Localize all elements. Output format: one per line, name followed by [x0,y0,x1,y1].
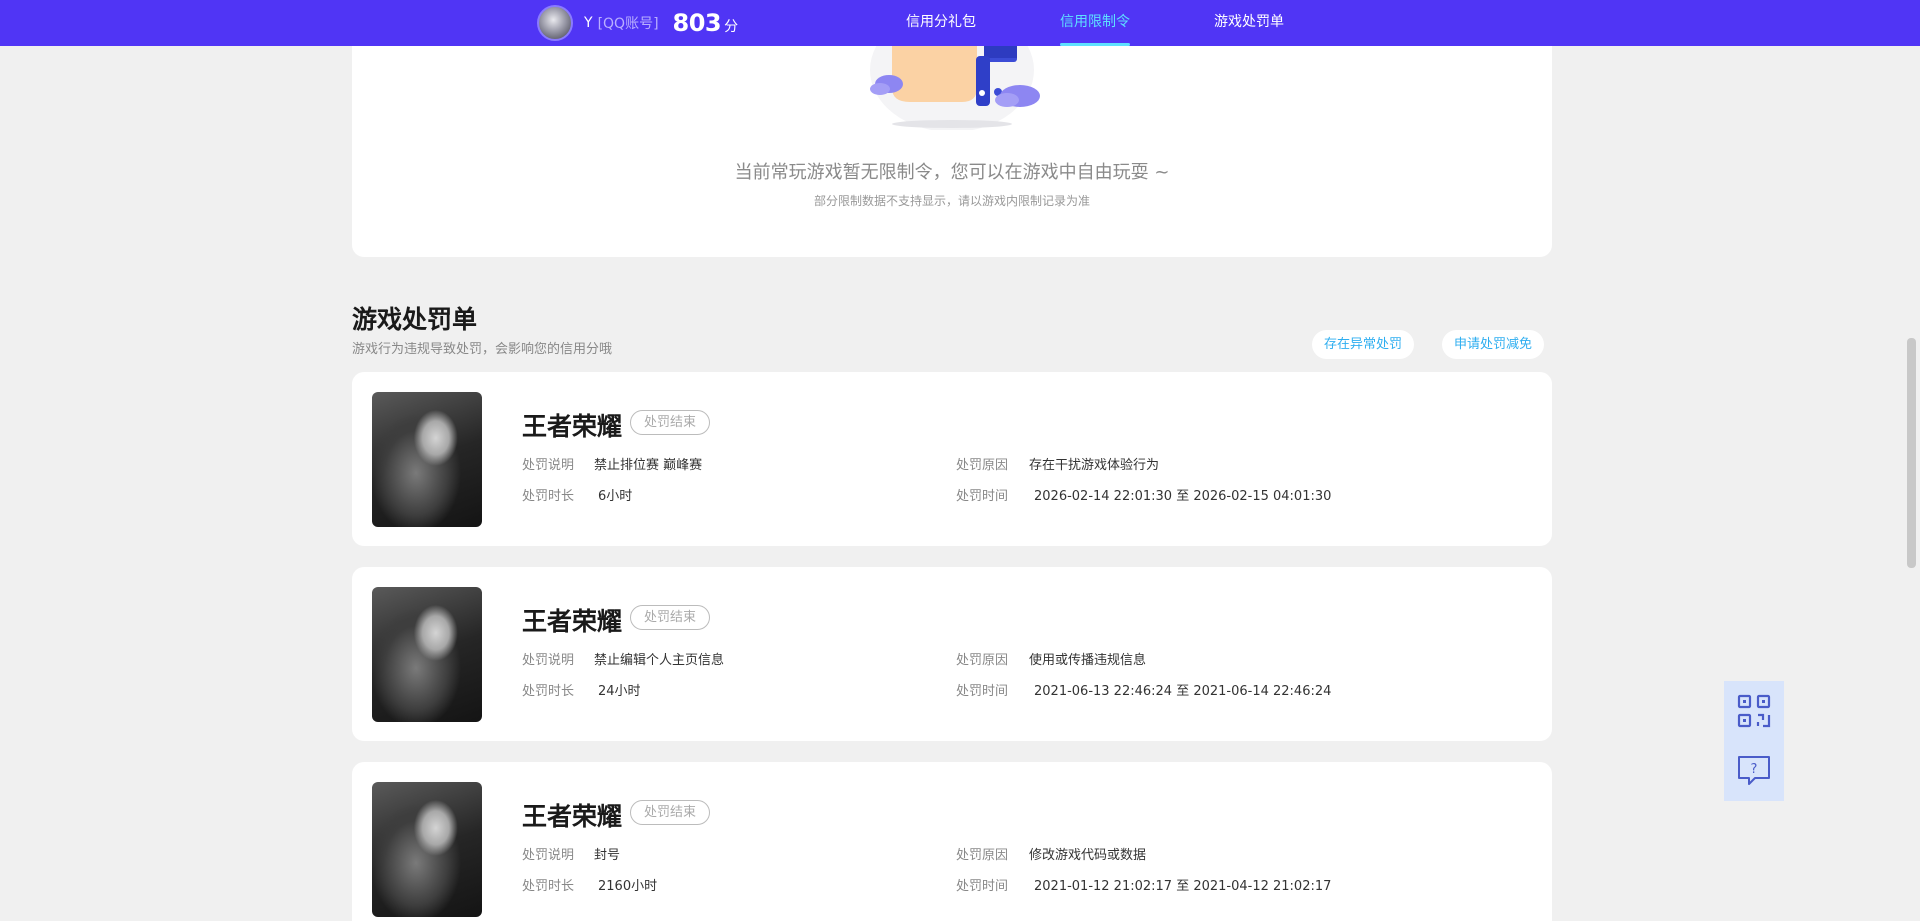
reason-label: 处罚原因 [956,848,1009,863]
svg-text:?: ? [1751,762,1758,777]
tab-credit-restriction[interactable]: 信用限制令 [1060,0,1130,46]
duration-value: 2160小时 [598,879,658,894]
user-info: Y [QQ账号] 803 分 [537,5,738,41]
tab-credit-gift[interactable]: 信用分礼包 [906,0,976,46]
game-name: 王者荣耀 [522,607,623,636]
reason-label: 处罚原因 [956,458,1009,473]
status-badge: 处罚结束 [630,605,711,630]
penalty-card: 王者荣耀 处罚结束 处罚说明 禁止编辑个人主页信息 处罚原因 使用或传播违规信息… [352,567,1552,741]
duration-label: 处罚时长 [522,879,575,894]
desc-label: 处罚说明 [522,458,575,473]
empty-sub-message: 部分限制数据不支持显示，请以游戏内限制记录为准 [813,194,1090,208]
desc-value: 禁止编辑个人主页信息 [594,653,725,668]
game-name: 王者荣耀 [522,412,623,441]
time-label: 处罚时间 [956,684,1009,699]
game-thumbnail [372,782,482,917]
reason-value: 使用或传播违规信息 [1029,653,1147,668]
question-bubble-icon: ? [1738,756,1770,785]
reason-value: 存在干扰游戏体验行为 [1029,458,1160,473]
game-name: 王者荣耀 [522,802,623,831]
scrollbar[interactable] [1902,46,1920,921]
status-badge: 处罚结束 [630,410,711,435]
duration-label: 处罚时长 [522,684,575,699]
top-nav-bar: Y [QQ账号] 803 分 信用分礼包 信用限制令 游戏处罚单 [0,0,1920,46]
time-label: 处罚时间 [956,879,1009,894]
game-thumbnail [372,392,482,527]
tab-game-penalty[interactable]: 游戏处罚单 [1214,0,1284,46]
scrollbar-thumb[interactable] [1907,338,1916,568]
reason-value: 修改游戏代码或数据 [1029,848,1147,863]
time-value: 2026-02-14 22:01:30 至 2026-02-15 04:01:3… [1034,489,1332,504]
duration-value: 6小时 [598,489,633,504]
desc-label: 处罚说明 [522,848,575,863]
desc-value: 封号 [594,848,621,863]
desc-value: 禁止排位赛 巅峰赛 [594,458,703,473]
time-value: 2021-06-13 22:46:24 至 2021-06-14 22:46:2… [1034,684,1332,699]
game-thumbnail [372,587,482,722]
desc-label: 处罚说明 [522,653,575,668]
time-label: 处罚时间 [956,489,1009,504]
help-feedback-button[interactable]: ? [1724,741,1784,801]
status-badge: 处罚结束 [630,800,711,825]
empty-message: 当前常玩游戏暂无限制令，您可以在游戏中自由玩耍 ~ [734,162,1170,183]
penalty-card: 王者荣耀 处罚结束 处罚说明 禁止排位赛 巅峰赛 处罚原因 存在干扰游戏体验行为… [352,372,1552,546]
section-subtitle: 游戏行为违规导致处罚，会影响您的信用分哦 [352,342,613,357]
credit-score: 803 [672,9,722,37]
qr-code-button[interactable] [1724,681,1784,741]
credit-score-unit: 分 [724,19,739,35]
account-type: [QQ账号] [597,16,659,32]
avatar[interactable] [537,5,573,41]
duration-label: 处罚时长 [522,489,575,504]
reason-label: 处罚原因 [956,653,1009,668]
appeal-penalty-button[interactable]: 申请处罚减免 [1442,330,1545,359]
time-value: 2021-01-12 21:02:17 至 2021-04-12 21:02:1… [1034,879,1332,894]
username: Y [584,15,593,31]
penalty-card: 王者荣耀 处罚结束 处罚说明 封号 处罚原因 修改游戏代码或数据 处罚时长 21… [352,762,1552,921]
duration-value: 24小时 [598,684,641,699]
qr-code-icon [1737,694,1771,728]
abnormal-penalty-button[interactable]: 存在异常处罚 [1312,330,1415,359]
section-title: 游戏处罚单 [352,305,478,334]
